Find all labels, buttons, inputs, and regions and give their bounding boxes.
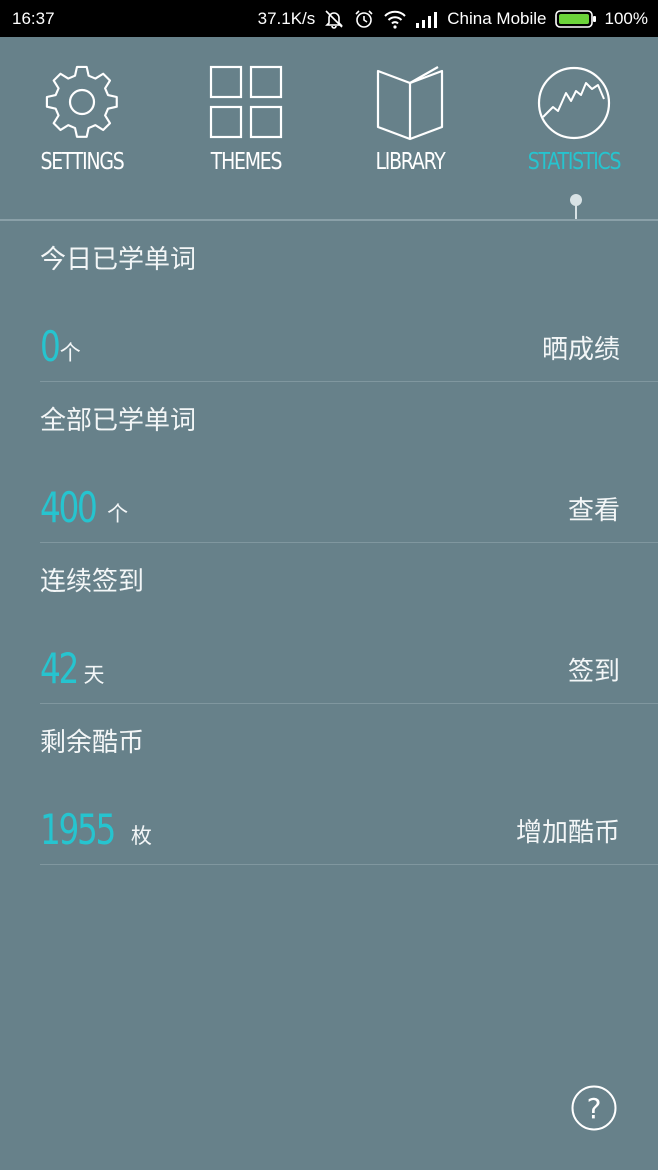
stat-checkin-streak: 连续签到 42 天 签到 <box>0 543 658 704</box>
wifi-icon <box>383 9 407 29</box>
stat-value: 42 <box>40 644 79 693</box>
stat-value-group: 1955 枚 <box>40 800 152 852</box>
status-bar: 16:37 37.1K/s China Mobile 100% <box>0 0 658 37</box>
stat-title: 连续签到 <box>40 567 145 597</box>
stat-title: 全部已学单词 <box>40 406 197 436</box>
signal-icon <box>415 10 439 28</box>
stat-unit: 枚 <box>130 824 152 848</box>
help-label: ? <box>587 1092 602 1125</box>
chart-icon <box>536 65 612 145</box>
grid-icon <box>209 65 283 143</box>
nav-themes-label: THEMES <box>210 149 283 175</box>
mute-icon <box>323 9 345 29</box>
battery-icon <box>554 10 597 28</box>
network-speed: 37.1K/s <box>257 9 316 28</box>
stat-unit: 个 <box>59 341 81 365</box>
status-right: 37.1K/s China Mobile 100% <box>258 6 648 32</box>
nav-library-label: LIBRARY <box>375 149 445 175</box>
book-icon <box>372 65 448 145</box>
stat-unit: 个 <box>107 502 129 526</box>
stat-value: 400 <box>40 483 98 532</box>
top-nav: SETTINGS THEMES LIBRARY STATISTICS <box>0 37 658 220</box>
checkin-button[interactable]: 签到 <box>568 651 620 688</box>
pin-indicator-icon <box>570 194 582 221</box>
nav-settings-label: SETTINGS <box>40 149 124 175</box>
gear-icon <box>44 65 120 145</box>
battery-percent: 100% <box>604 9 648 28</box>
nav-settings[interactable]: SETTINGS <box>0 37 164 220</box>
help-icon: ? <box>571 1085 617 1131</box>
nav-library[interactable]: LIBRARY <box>328 37 492 220</box>
stat-unit: 天 <box>83 663 105 687</box>
stat-value-group: 42 天 <box>40 639 104 691</box>
stat-title: 剩余酷币 <box>40 728 145 758</box>
stat-title: 今日已学单词 <box>40 245 197 275</box>
add-coins-button[interactable]: 增加酷币 <box>516 812 620 849</box>
nav-themes[interactable]: THEMES <box>164 37 328 220</box>
nav-statistics-label: STATISTICS <box>527 149 622 175</box>
alarm-icon <box>353 9 375 29</box>
stats-list: 今日已学单词 0 个 晒成绩 全部已学单词 400 个 查看 连续签到 42 天… <box>0 221 658 865</box>
carrier-name: China Mobile <box>447 9 547 28</box>
help-button[interactable]: ? <box>571 1085 617 1131</box>
stat-value-group: 400 个 <box>40 478 128 530</box>
share-score-button[interactable]: 晒成绩 <box>542 329 620 366</box>
status-time: 16:37 <box>12 9 55 28</box>
stat-value: 0 <box>40 322 61 371</box>
view-button[interactable]: 查看 <box>568 490 620 527</box>
stat-value: 1955 <box>40 805 116 854</box>
stat-value-group: 0 个 <box>40 317 81 369</box>
stat-total-words: 全部已学单词 400 个 查看 <box>0 382 658 543</box>
stat-coins: 剩余酷币 1955 枚 增加酷币 <box>0 704 658 865</box>
stat-today-words: 今日已学单词 0 个 晒成绩 <box>0 221 658 382</box>
divider <box>40 864 658 865</box>
